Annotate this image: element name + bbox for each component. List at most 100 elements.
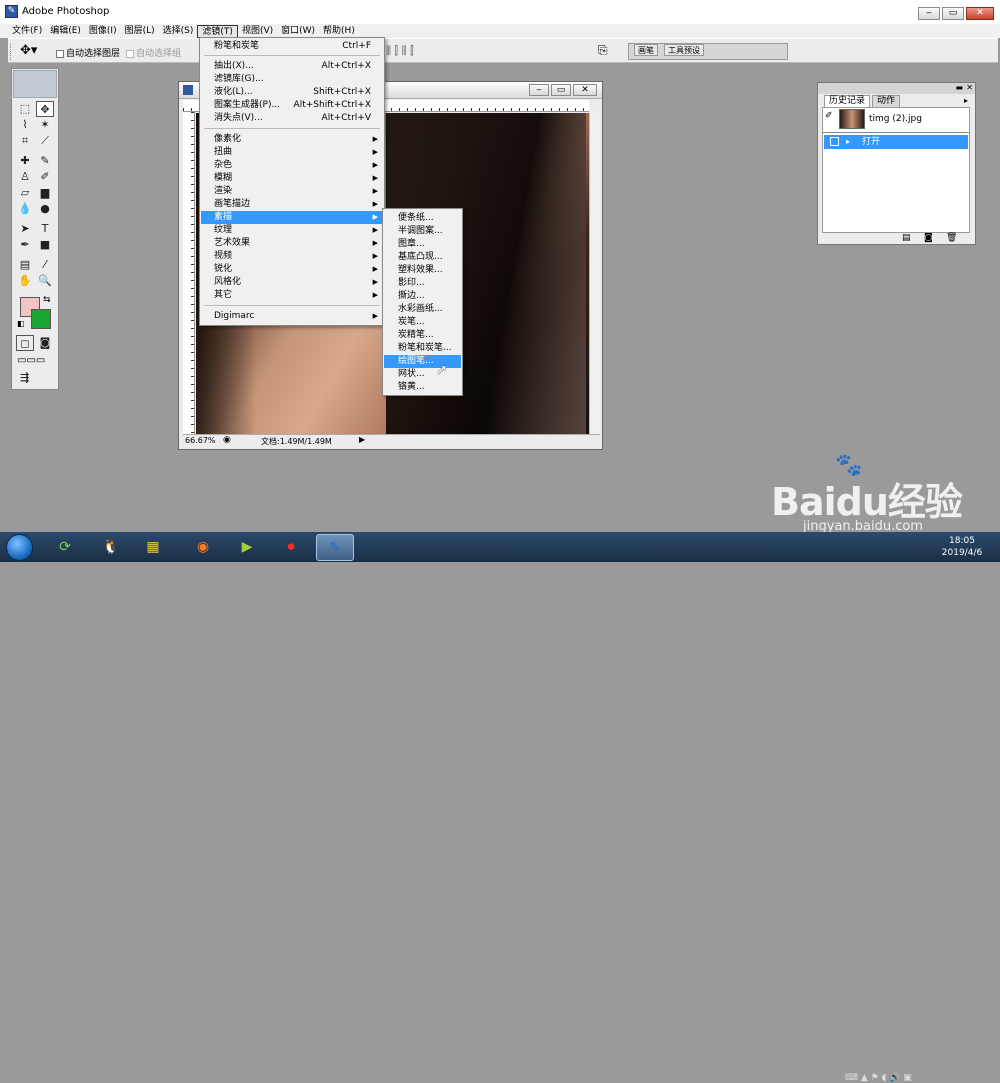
taskbar-360-icon[interactable]: ⟳ [46, 534, 84, 561]
submenu-item-water-paper[interactable]: 水彩画纸... [384, 303, 461, 316]
snapshot-brush-icon[interactable]: ✐ [825, 111, 833, 121]
menu-item-distort[interactable]: 扭曲 ▶ [201, 146, 383, 159]
history-step-checkbox[interactable] [830, 137, 839, 146]
taskbar-photoshop-icon[interactable]: ✎ [316, 534, 354, 561]
blur-tool-icon[interactable]: 💧 [16, 201, 34, 217]
hand-tool-icon[interactable]: ✋ [16, 273, 34, 289]
submenu-item-bas-relief[interactable]: 基底凸现... [384, 251, 461, 264]
align-icons[interactable]: ⫼ ⫿ ⫼ ⫿ [386, 44, 414, 58]
menu-layer[interactable]: 图层(L) [121, 25, 159, 38]
menu-select[interactable]: 选择(S) [159, 25, 198, 38]
menu-image[interactable]: 图像(I) [85, 25, 121, 38]
tab-brushes[interactable]: 画笔 [634, 44, 658, 56]
move-tool-icon[interactable]: ✥▾ [20, 43, 37, 58]
vertical-ruler[interactable] [183, 112, 195, 434]
menu-item-blur[interactable]: 模糊 ▶ [201, 172, 383, 185]
default-colors-icon[interactable]: ◧ [17, 319, 25, 328]
doc-maximize-button[interactable]: ▭ [551, 84, 571, 96]
palette-browser-icon[interactable]: ⎘ [598, 43, 608, 58]
menu-edit[interactable]: 编辑(E) [46, 25, 85, 38]
menu-file[interactable]: 文件(F) [8, 25, 46, 38]
menu-item-pixelate[interactable]: 像素化 ▶ [201, 133, 383, 146]
doc-close-button[interactable]: ✕ [573, 84, 597, 96]
doc-minimize-button[interactable]: ‒ [529, 84, 549, 96]
status-menu-icon[interactable]: ◉ [223, 435, 231, 445]
submenu-item-charcoal[interactable]: 炭笔... [384, 316, 461, 329]
panel-menu-icon[interactable]: ▸ [964, 96, 968, 105]
snapshot-thumbnail[interactable] [839, 109, 865, 129]
jump-to-imageready-icon[interactable]: ⇶ [20, 371, 29, 384]
move-tool-icon[interactable]: ✥ [36, 101, 54, 117]
menu-window[interactable]: 窗口(W) [277, 25, 319, 38]
submenu-item-stamp[interactable]: 图章... [384, 238, 461, 251]
submenu-item-chalk-charcoal[interactable]: 粉笔和炭笔... [384, 342, 461, 355]
options-grip[interactable] [10, 43, 14, 60]
gradient-tool-icon[interactable]: ▆ [36, 185, 54, 201]
taskbar-explorer-icon[interactable]: ▦ [134, 534, 172, 561]
eyedropper-icon[interactable]: ⁄ [36, 257, 54, 273]
menu-filter[interactable]: 滤镜(T) [197, 24, 238, 38]
snapshot-label[interactable]: timg (2).jpg [869, 114, 922, 124]
crop-tool-icon[interactable]: ⌗ [16, 133, 34, 149]
taskbar-qq-icon[interactable]: 🐧 [92, 534, 130, 561]
menu-view[interactable]: 视图(V) [238, 25, 277, 38]
taskbar-firefox-icon[interactable]: ◉ [184, 534, 222, 561]
menu-help[interactable]: 帮助(H) [319, 25, 359, 38]
tab-history[interactable]: 历史记录 [824, 95, 871, 107]
menu-item-stylize[interactable]: 风格化 ▶ [201, 276, 383, 289]
notes-tool-icon[interactable]: ▤ [16, 257, 34, 273]
status-arrow-icon[interactable]: ▶ [359, 435, 365, 444]
pen-tool-icon[interactable]: ✒ [16, 237, 34, 253]
history-brush-icon[interactable]: ✐ [36, 169, 54, 185]
submenu-item-halftone-pattern[interactable]: 半调图案... [384, 225, 461, 238]
submenu-item-torn-edges[interactable]: 撕边... [384, 290, 461, 303]
menu-item-texture[interactable]: 纹理 ▶ [201, 224, 383, 237]
brush-tool-icon[interactable]: ✎ [36, 153, 54, 169]
system-tray-icons[interactable]: ⌨ ▲ ⚑ ◖ 🔊 ▣ [845, 1073, 912, 1083]
submenu-item-conte-crayon[interactable]: 炭精笔... [384, 329, 461, 342]
auto-select-group-checkbox[interactable]: 自动选择组 [126, 46, 181, 59]
taskbar-recorder-icon[interactable]: ⏺ [272, 534, 310, 561]
menu-item-extract[interactable]: 抽出(X)... Alt+Ctrl+X [201, 60, 383, 73]
menu-item-digimarc[interactable]: Digimarc ▶ [201, 310, 383, 323]
standard-mode-icon[interactable]: ◻ [16, 335, 34, 351]
submenu-item-chrome[interactable]: 铬黄... [384, 381, 461, 394]
history-step[interactable]: ▸ 打开 [824, 135, 968, 149]
menu-item-sharpen[interactable]: 锐化 ▶ [201, 263, 383, 276]
menu-item-vanishing-point[interactable]: 消失点(V)... Alt+Ctrl+V [201, 112, 383, 125]
marquee-tool-icon[interactable]: ⬚ [16, 101, 34, 117]
submenu-item-plaster[interactable]: 塑料效果... [384, 264, 461, 277]
dodge-tool-icon[interactable]: ● [36, 201, 54, 217]
background-color-swatch[interactable] [31, 309, 51, 329]
menu-item-video[interactable]: 视频 ▶ [201, 250, 383, 263]
new-snapshot-icon[interactable]: ◙ [924, 233, 933, 243]
submenu-item-photocopy[interactable]: 影印... [384, 277, 461, 290]
clone-stamp-icon[interactable]: ♙ [16, 169, 34, 185]
taskbar-video-icon[interactable]: ▶ [228, 534, 266, 561]
menu-item-sketch[interactable]: 素描 ▶ [201, 211, 383, 224]
screen-mode-icons[interactable]: ▭▭▭ [17, 355, 45, 366]
magic-wand-icon[interactable]: ✶ [36, 117, 54, 133]
panel-close-icon[interactable]: ✕ [966, 83, 973, 92]
menu-item-other[interactable]: 其它 ▶ [201, 289, 383, 302]
close-button[interactable]: ✕ [966, 7, 994, 20]
path-selection-icon[interactable]: ➤ [16, 221, 34, 237]
menu-item-noise[interactable]: 杂色 ▶ [201, 159, 383, 172]
submenu-item-graphic-pen[interactable]: 绘图笔... [384, 355, 461, 368]
lasso-tool-icon[interactable]: ⌇ [16, 117, 34, 133]
panel-minimize-icon[interactable]: ▬ [955, 83, 963, 92]
menu-item-brush-strokes[interactable]: 画笔描边 ▶ [201, 198, 383, 211]
zoom-tool-icon[interactable]: 🔍 [36, 273, 54, 289]
tab-actions[interactable]: 动作 [872, 95, 901, 107]
minimize-button[interactable]: ‒ [918, 7, 940, 20]
healing-brush-icon[interactable]: ✚ [16, 153, 34, 169]
submenu-item-reticulation[interactable]: 网状... [384, 368, 461, 381]
eraser-tool-icon[interactable]: ▱ [16, 185, 34, 201]
menu-item-artistic[interactable]: 艺术效果 ▶ [201, 237, 383, 250]
menu-item-liquify[interactable]: 液化(L)... Shift+Ctrl+X [201, 86, 383, 99]
menu-item-last-filter[interactable]: 粉笔和炭笔 Ctrl+F [201, 40, 383, 53]
quick-mask-icon[interactable]: ◙ [36, 335, 54, 351]
taskbar-clock[interactable]: 18:05 2019/4/6 [936, 535, 988, 559]
menu-item-filter-gallery[interactable]: 滤镜库(G)... [201, 73, 383, 86]
menu-item-render[interactable]: 渲染 ▶ [201, 185, 383, 198]
